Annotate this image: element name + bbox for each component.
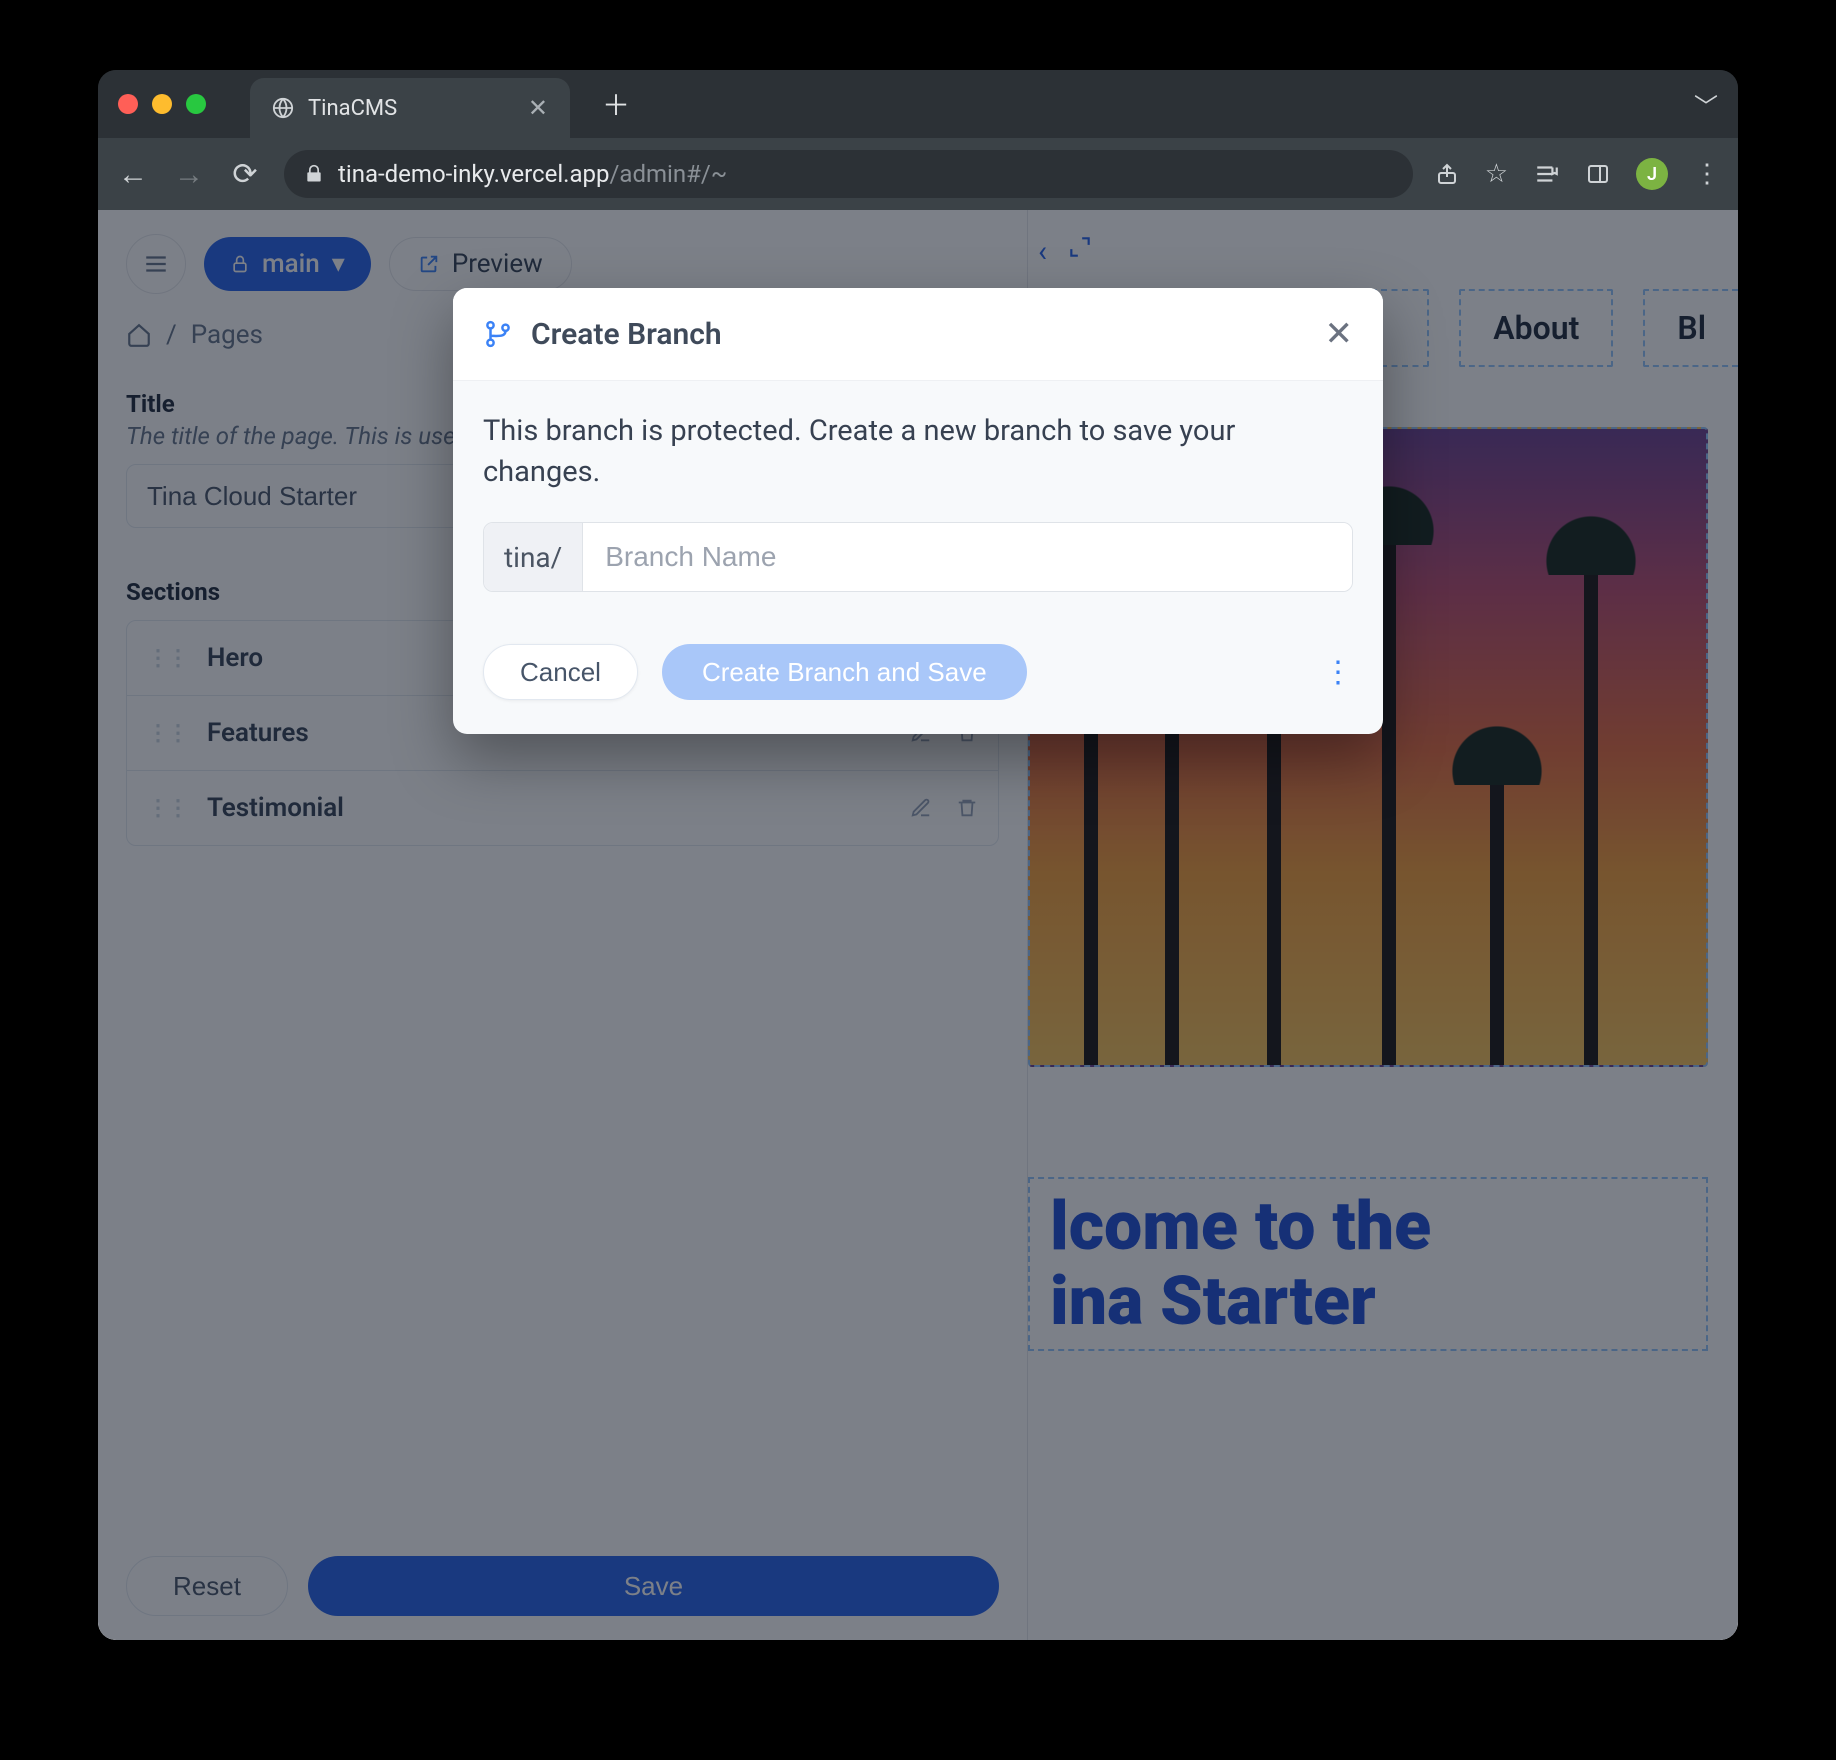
modal-close-button[interactable]: ✕ xyxy=(1325,314,1354,354)
tab-close-button[interactable]: ✕ xyxy=(528,94,548,122)
window-close-button[interactable] xyxy=(118,94,138,114)
tabs-dropdown-icon[interactable]: ﹀ xyxy=(1694,87,1718,122)
url-text: tina-demo-inky.vercel.app/admin#/~ xyxy=(338,160,727,188)
traffic-lights xyxy=(118,94,206,114)
viewport: main ▾ Preview / Pages xyxy=(98,210,1738,1640)
modal-header: Create Branch ✕ xyxy=(453,288,1383,381)
browser-titlebar: TinaCMS ✕ ＋ ﹀ xyxy=(98,70,1738,138)
modal-overlay[interactable]: Create Branch ✕ This branch is protected… xyxy=(98,210,1738,1640)
forward-button[interactable]: → xyxy=(172,157,206,192)
branch-input-group: tina/ xyxy=(483,522,1353,592)
create-branch-modal: Create Branch ✕ This branch is protected… xyxy=(453,288,1383,734)
window-minimize-button[interactable] xyxy=(152,94,172,114)
side-panel-icon[interactable] xyxy=(1586,162,1610,186)
cancel-button[interactable]: Cancel xyxy=(483,644,638,700)
modal-body: This branch is protected. Create a new b… xyxy=(453,381,1383,734)
browser-tab[interactable]: TinaCMS ✕ xyxy=(250,78,570,138)
browser-window: TinaCMS ✕ ＋ ﹀ ← → ⟳ tina-demo-inky.verce… xyxy=(98,70,1738,1640)
create-branch-and-save-button[interactable]: Create Branch and Save xyxy=(662,644,1027,700)
branch-name-input[interactable] xyxy=(583,523,1352,591)
lock-icon xyxy=(304,164,324,184)
back-button[interactable]: ← xyxy=(116,157,150,192)
globe-icon xyxy=(272,97,294,119)
window-maximize-button[interactable] xyxy=(186,94,206,114)
browser-toolbar: ← → ⟳ tina-demo-inky.vercel.app/admin#/~… xyxy=(98,138,1738,210)
new-tab-button[interactable]: ＋ xyxy=(602,84,630,124)
more-options-icon[interactable]: ⋮ xyxy=(1323,655,1353,690)
modal-title: Create Branch xyxy=(531,317,722,352)
toolbar-actions: ☆ J ⋮ xyxy=(1435,158,1720,190)
bookmark-star-icon[interactable]: ☆ xyxy=(1485,159,1508,189)
branch-icon xyxy=(483,319,513,349)
reload-button[interactable]: ⟳ xyxy=(228,157,262,192)
tab-title: TinaCMS xyxy=(308,96,397,121)
reading-list-icon[interactable] xyxy=(1534,161,1560,187)
protected-branch-message: This branch is protected. Create a new b… xyxy=(483,411,1353,492)
branch-prefix: tina/ xyxy=(484,523,583,591)
url-bar[interactable]: tina-demo-inky.vercel.app/admin#/~ xyxy=(284,150,1413,198)
profile-avatar[interactable]: J xyxy=(1636,158,1668,190)
browser-menu-icon[interactable]: ⋮ xyxy=(1694,159,1720,189)
modal-actions: Cancel Create Branch and Save ⋮ xyxy=(483,644,1353,700)
share-icon[interactable] xyxy=(1435,162,1459,186)
